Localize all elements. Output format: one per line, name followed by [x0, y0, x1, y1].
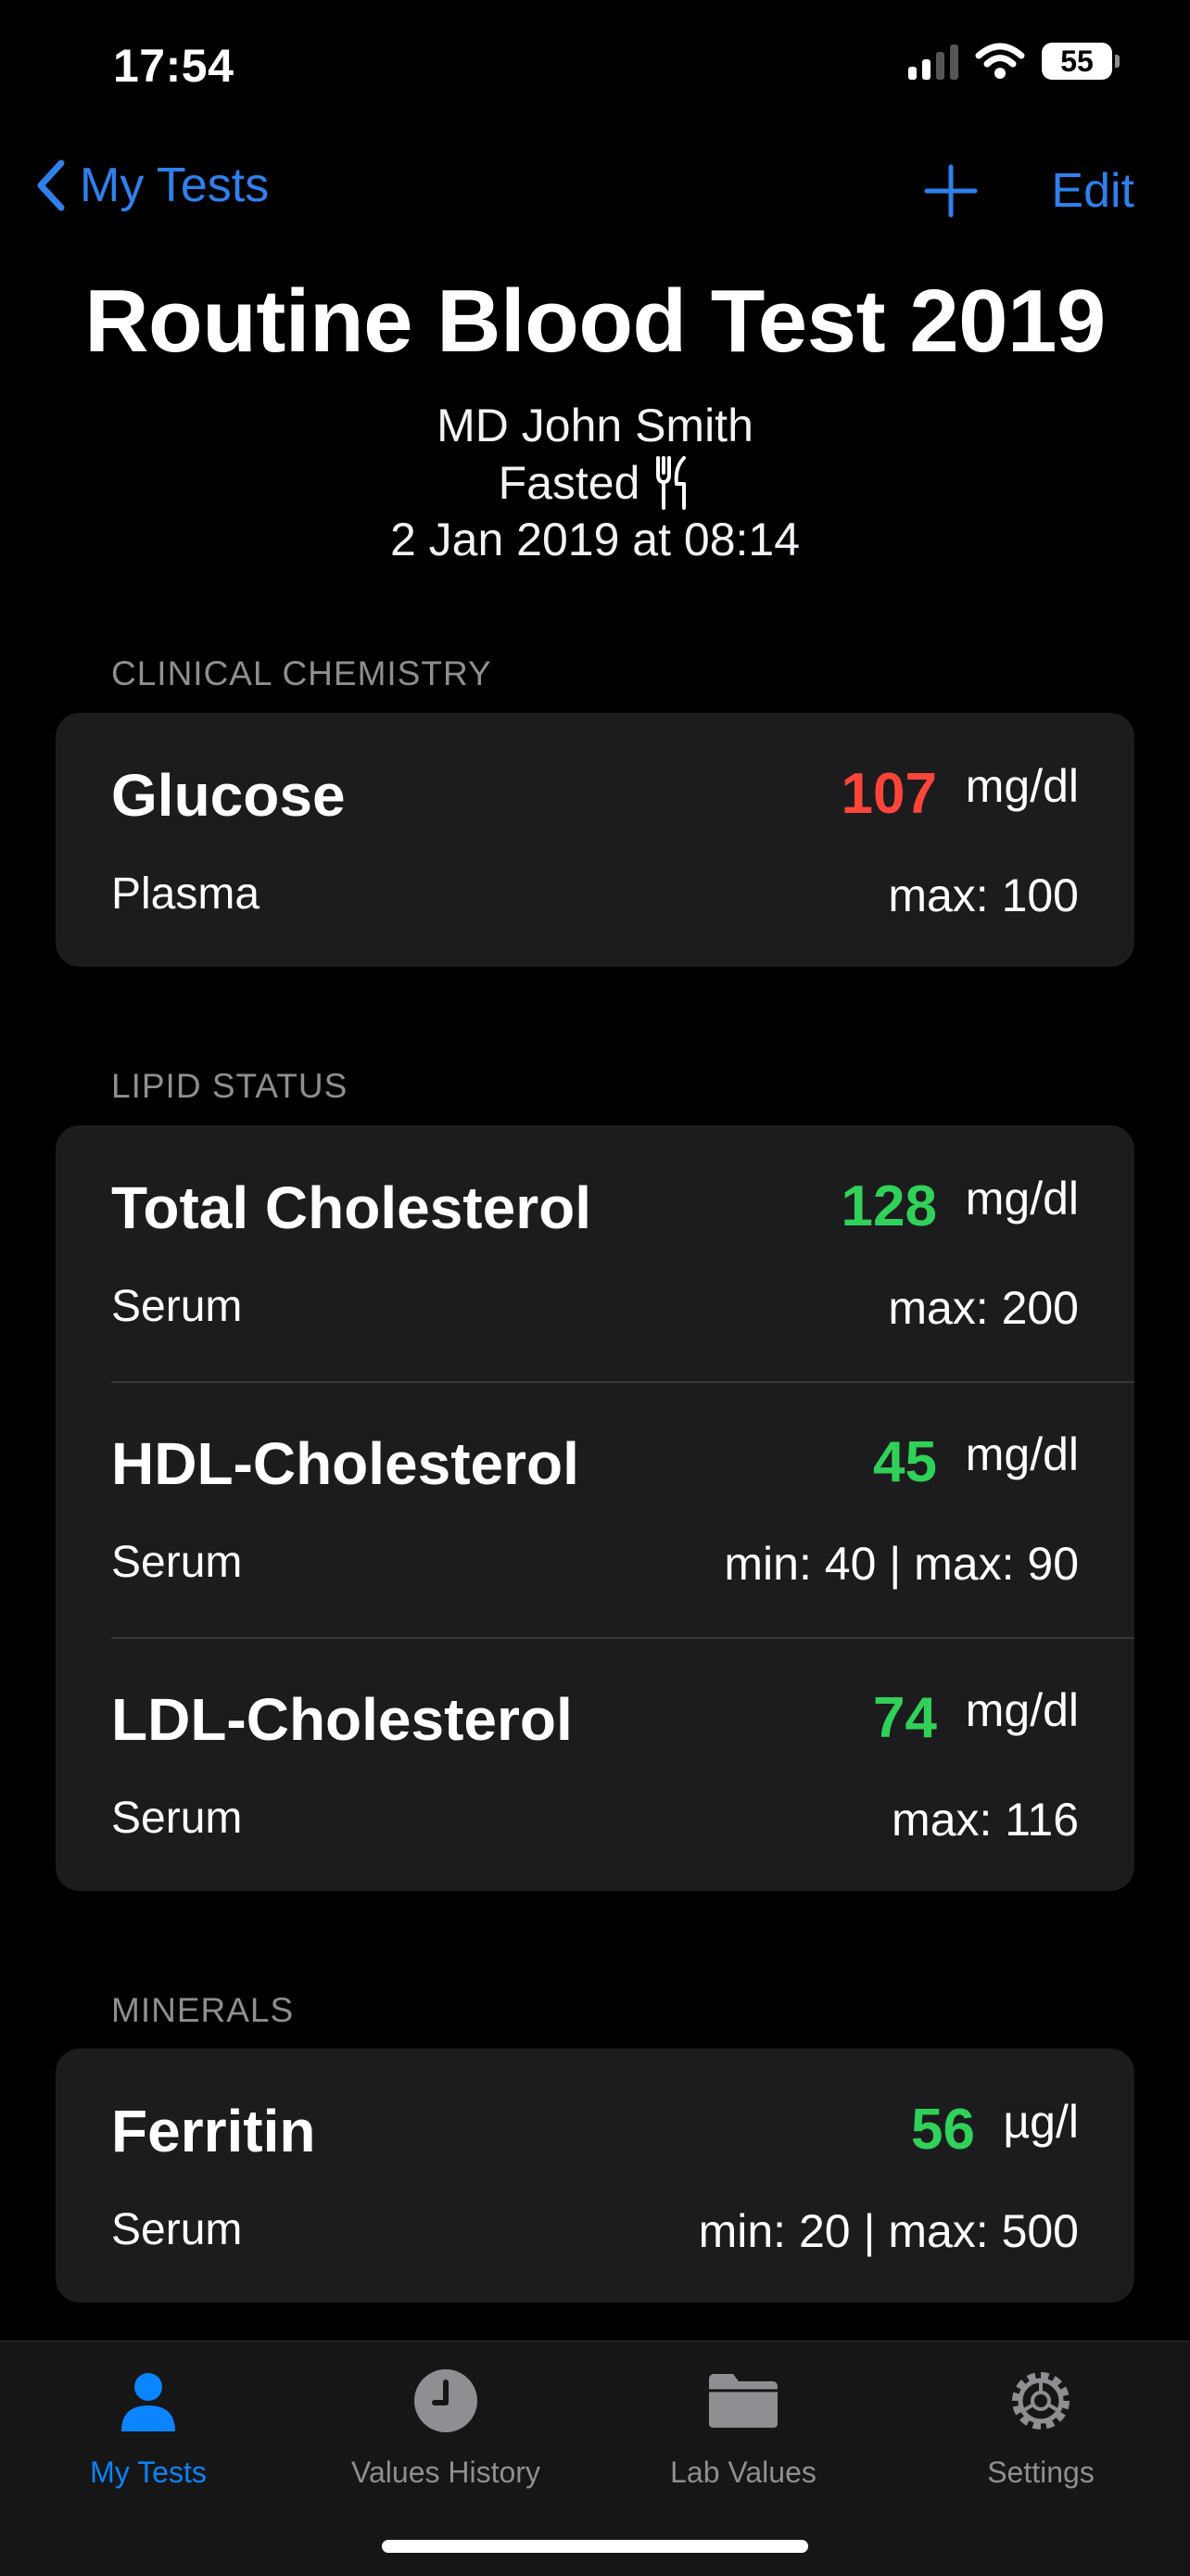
test-range: max: 200 [888, 1282, 1079, 1334]
test-unit: µg/l [1003, 2096, 1079, 2148]
card-lipid-status: Total Cholesterol 128 mg/dl Serum max: 2… [56, 1125, 1134, 1891]
battery-icon: 55 [1042, 43, 1120, 80]
test-value: 128 [841, 1174, 937, 1238]
section-header-lipid-status: LIPID STATUS [111, 1067, 348, 1105]
test-row-total-cholesterol[interactable]: Total Cholesterol 128 mg/dl Serum max: 2… [56, 1125, 1134, 1381]
tab-label: My Tests [90, 2455, 207, 2489]
fork-knife-icon [656, 456, 687, 510]
tab-label: Values History [351, 2455, 540, 2489]
test-range: min: 40 | max: 90 [724, 1538, 1079, 1590]
battery-level: 55 [1060, 44, 1094, 78]
test-specimen: Serum [111, 1794, 243, 1843]
test-name: Ferritin [111, 2098, 316, 2164]
person-icon [121, 2373, 175, 2431]
test-name: Glucose [111, 762, 346, 829]
gear-icon [1012, 2372, 1070, 2430]
doctor-name: MD John Smith [437, 400, 753, 451]
status-icons: 55 [908, 43, 1120, 80]
test-row-ferritin[interactable]: Ferritin 56 µg/l Serum min: 20 | max: 50… [56, 2049, 1134, 2303]
plus-icon[interactable] [923, 163, 979, 219]
fasting-label: Fasted [498, 457, 640, 509]
fasting-status: Fasted [0, 456, 1190, 510]
test-specimen: Serum [111, 1538, 243, 1587]
wifi-icon [975, 43, 1025, 79]
status-time: 17:54 [113, 40, 234, 92]
test-row-hdl-cholesterol[interactable]: HDL-Cholesterol 45 mg/dl Serum min: 40 |… [56, 1381, 1134, 1637]
test-date: 2 Jan 2019 at 08:14 [389, 514, 801, 565]
test-name: LDL-Cholesterol [111, 1686, 573, 1753]
back-button[interactable]: My Tests [33, 158, 269, 213]
home-indicator [382, 2540, 808, 2553]
test-name: Total Cholesterol [111, 1174, 591, 1241]
test-specimen: Plasma [111, 869, 260, 919]
section-header-minerals: MINERALS [111, 1991, 295, 2029]
test-unit: mg/dl [965, 1428, 1079, 1480]
clock-icon [414, 2369, 477, 2432]
test-specimen: Serum [111, 1282, 243, 1331]
card-minerals: Ferritin 56 µg/l Serum min: 20 | max: 50… [56, 2049, 1134, 2303]
test-range: max: 116 [892, 1794, 1079, 1846]
test-unit: mg/dl [965, 1173, 1079, 1225]
test-range: max: 100 [888, 869, 1079, 921]
test-row-ldl-cholesterol[interactable]: LDL-Cholesterol 74 mg/dl Serum max: 116 [56, 1637, 1134, 1891]
test-unit: mg/dl [965, 1684, 1079, 1736]
tab-label: Lab Values [670, 2455, 817, 2489]
cellular-signal-icon [908, 43, 958, 80]
card-clinical-chemistry: Glucose 107 mg/dl Plasma max: 100 [56, 713, 1134, 967]
folder-icon [709, 2374, 778, 2428]
back-button-label: My Tests [80, 159, 270, 212]
test-value: 45 [873, 1430, 937, 1494]
section-header-clinical-chemistry: CLINICAL CHEMISTRY [111, 654, 492, 692]
tab-label: Settings [987, 2455, 1095, 2489]
test-value: 74 [873, 1686, 937, 1750]
test-value: 107 [841, 762, 937, 826]
test-unit: mg/dl [965, 760, 1079, 812]
test-name: HDL-Cholesterol [111, 1430, 579, 1497]
tab-lab-values[interactable]: Lab Values [595, 2359, 892, 2490]
test-specimen: Serum [111, 2205, 243, 2254]
test-range: min: 20 | max: 500 [698, 2205, 1079, 2257]
test-value: 56 [911, 2098, 975, 2162]
edit-button[interactable]: Edit [1051, 163, 1134, 219]
page-title: Routine Blood Test 2019 [84, 272, 1106, 371]
tab-settings[interactable]: Settings [892, 2359, 1189, 2490]
test-row-glucose[interactable]: Glucose 107 mg/dl Plasma max: 100 [56, 713, 1134, 967]
tab-values-history[interactable]: Values History [298, 2359, 594, 2490]
chevron-left-icon [37, 159, 65, 211]
tab-my-tests[interactable]: My Tests [0, 2359, 297, 2490]
